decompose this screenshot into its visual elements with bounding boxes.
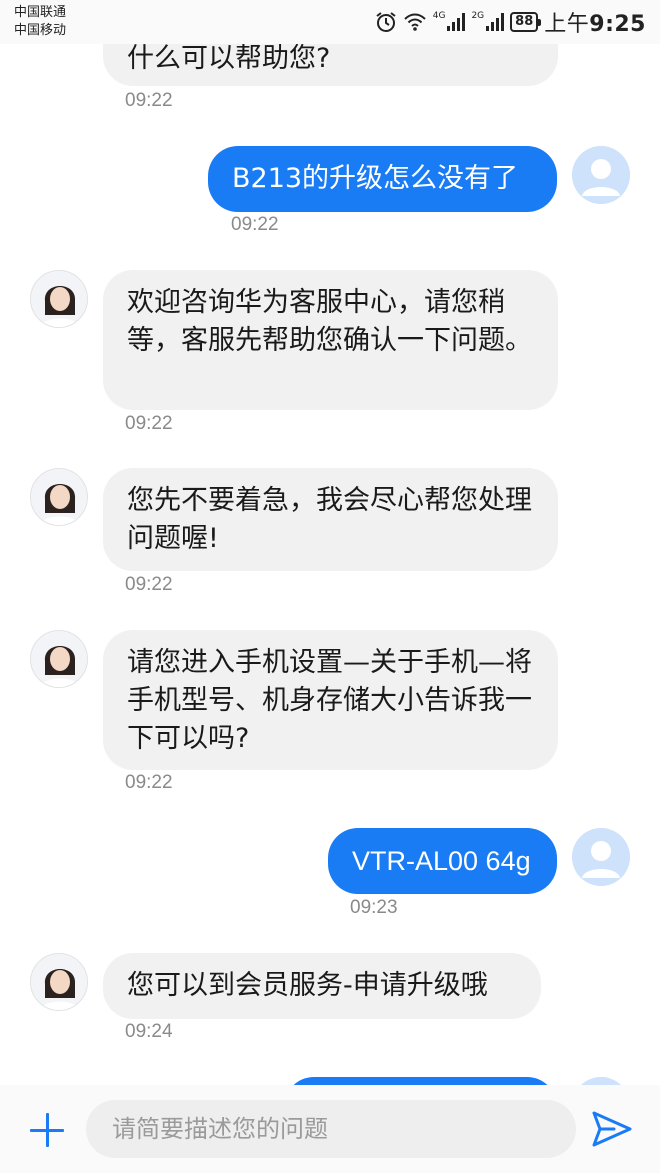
agent-avatar[interactable] [30, 630, 88, 688]
signal-strength-icon [447, 13, 466, 31]
message-bubble-user: VTR-AL00 64g [328, 828, 557, 894]
user-avatar-icon [572, 146, 630, 204]
input-bar [0, 1085, 660, 1173]
message-time: 09:22 [125, 574, 173, 595]
message-text: B213的升级怎么没有了 [232, 163, 519, 194]
time-period: 上午 [544, 12, 590, 37]
agent-avatar-icon [31, 954, 87, 1010]
chat-history[interactable]: 什么可以帮助您? 09:22 B213的升级怎么没有了 09:22 欢迎咨询华为… [0, 0, 660, 1085]
battery-indicator: 88 [510, 12, 542, 32]
message-time: 09:24 [125, 1021, 173, 1042]
message-text: 您先不要着急，我会尽心帮您处理问题喔! [127, 485, 532, 554]
network-type: 2G [471, 11, 485, 21]
message-text: 什么可以帮助您? [127, 43, 331, 74]
signal-strength-icon [486, 13, 505, 31]
agent-avatar-icon [31, 271, 87, 327]
user-avatar[interactable] [572, 146, 630, 204]
message-text: VTR-AL00 64g [352, 846, 531, 876]
agent-avatar-icon [31, 469, 87, 525]
carrier-info: 中国联通 中国移动 [14, 4, 66, 40]
message-time: 09:22 [125, 772, 173, 793]
agent-avatar[interactable] [30, 270, 88, 328]
message-time: 09:22 [125, 413, 173, 434]
agent-avatar[interactable] [30, 953, 88, 1011]
message-bubble-user-partial [284, 1077, 557, 1085]
network-type: 4G [432, 11, 446, 21]
message-time: 09:23 [350, 897, 398, 918]
alarm-icon [376, 12, 396, 32]
carrier-name: 中国联通 [14, 5, 67, 20]
carrier-name: 中国移动 [14, 23, 67, 38]
message-input[interactable] [86, 1100, 576, 1158]
send-icon[interactable] [590, 1109, 634, 1149]
agent-avatar[interactable] [30, 468, 88, 526]
plus-icon[interactable] [27, 1110, 67, 1150]
status-clock: 上午9:25 [544, 6, 646, 38]
agent-avatar-icon [31, 631, 87, 687]
message-bubble-agent: 欢迎咨询华为客服中心，请您稍等，客服先帮助您确认一下问题。 [103, 270, 558, 410]
wifi-icon [404, 13, 426, 31]
message-text: 您可以到会员服务-申请升级哦 [127, 970, 488, 1001]
status-bar: 中国联通 中国移动 4G 2G 88 上午9:25 [0, 0, 660, 44]
message-text: 欢迎咨询华为客服中心，请您稍等，客服先帮助您确认一下问题。 [127, 287, 532, 356]
message-bubble-agent: 您先不要着急，我会尽心帮您处理问题喔! [103, 468, 558, 571]
user-avatar-icon [581, 1077, 621, 1085]
time-value: 9:25 [589, 12, 646, 37]
user-avatar[interactable] [572, 828, 630, 886]
message-time: 09:22 [125, 90, 173, 111]
status-icons: 4G 2G 88 上午9:25 [375, 6, 646, 38]
user-avatar[interactable] [572, 1077, 630, 1085]
message-bubble-agent: 您可以到会员服务-申请升级哦 [103, 953, 541, 1019]
message-bubble-user: B213的升级怎么没有了 [208, 146, 557, 212]
message-bubble-agent: 请您进入手机设置—关于手机—将手机型号、机身存储大小告诉我一下可以吗? [103, 630, 558, 770]
message-time: 09:22 [231, 214, 279, 235]
user-avatar-icon [572, 828, 630, 886]
message-text: 请您进入手机设置—关于手机—将手机型号、机身存储大小告诉我一下可以吗? [127, 647, 532, 754]
